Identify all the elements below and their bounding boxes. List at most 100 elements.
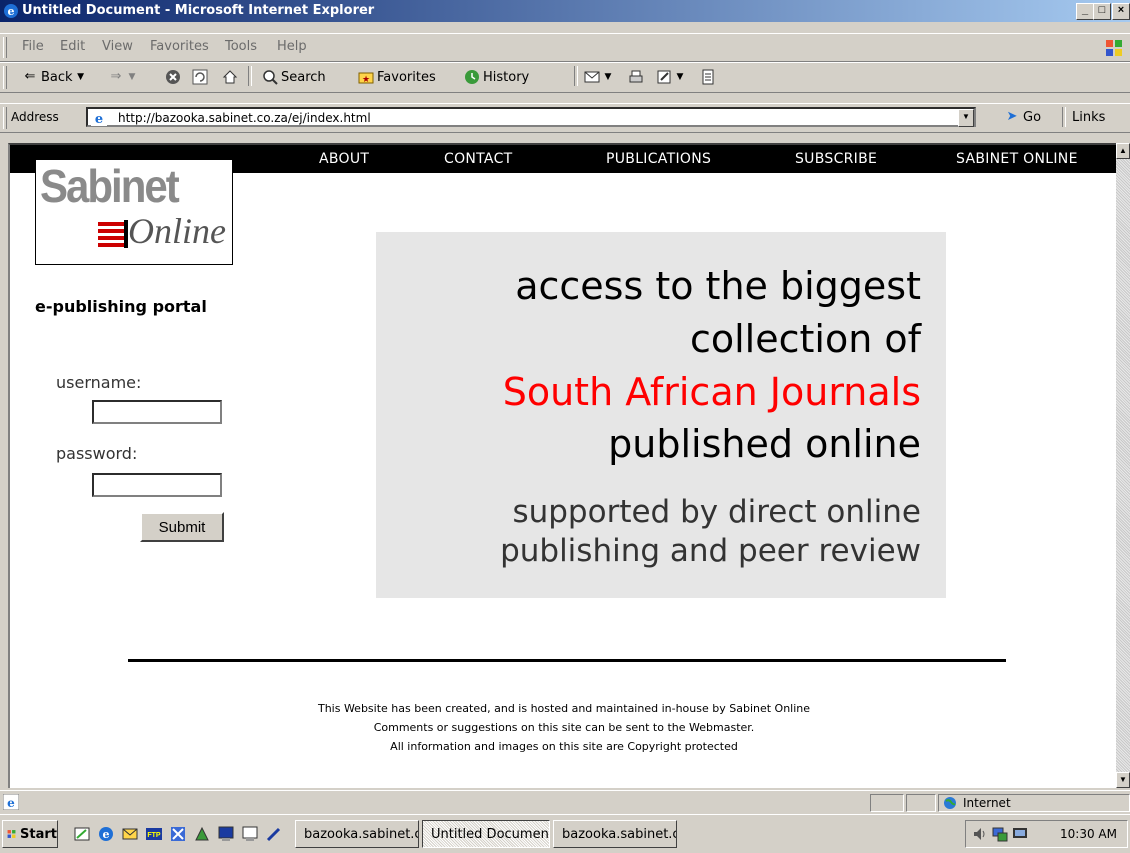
address-dropdown-icon[interactable]: ▼ — [958, 109, 974, 127]
page-content: ABOUT CONTACT PUBLICATIONS SUBSCRIBE SAB… — [8, 143, 1116, 788]
back-button[interactable]: ⇐ Back ▼ — [22, 67, 86, 87]
address-input[interactable]: e http://bazooka.sabinet.co.za/ej/index.… — [86, 107, 976, 127]
task-bazooka-2[interactable]: bazooka.sabinet.c... — [553, 820, 677, 848]
mail-icon — [584, 71, 600, 83]
forward-arrow-icon: ⇒ — [110, 69, 122, 84]
go-label: Go — [1023, 109, 1042, 125]
terminal-icon[interactable] — [218, 826, 234, 842]
status-panel — [906, 794, 936, 812]
back-label: Back — [41, 69, 73, 85]
scroll-up-icon[interactable]: ▲ — [1116, 143, 1130, 159]
links-button[interactable]: Links — [1072, 107, 1105, 127]
nav-about[interactable]: ABOUT — [319, 151, 369, 167]
terminal-icon[interactable] — [242, 826, 258, 842]
nav-contact[interactable]: CONTACT — [444, 151, 513, 167]
print-button[interactable] — [628, 67, 644, 87]
go-button[interactable]: ➤ Go — [1004, 107, 1041, 127]
ftp-icon[interactable]: FTP — [146, 826, 162, 842]
svg-text:e: e — [7, 796, 15, 810]
app-icon[interactable] — [194, 826, 210, 842]
submit-button[interactable]: Submit — [140, 512, 224, 542]
favorites-folder-icon: ★ — [358, 72, 374, 85]
discuss-icon — [702, 69, 714, 85]
ie-quicklaunch-icon[interactable]: e — [98, 826, 114, 842]
hero-line-4: published online — [608, 422, 921, 466]
back-arrow-icon: ⇐ — [24, 69, 36, 84]
menu-favorites[interactable]: Favorites — [150, 39, 209, 54]
username-input[interactable] — [92, 400, 222, 424]
svg-text:e: e — [95, 112, 103, 126]
hero-panel: access to the biggest collection of Sout… — [376, 232, 946, 598]
taskbar: Start e FTP bazooka.sabinet.c... e Untit… — [0, 814, 1130, 853]
task-bazooka-1[interactable]: bazooka.sabinet.c... — [295, 820, 419, 848]
stop-button[interactable] — [165, 67, 181, 87]
system-tray: 10:30 AM — [965, 820, 1128, 848]
address-url: http://bazooka.sabinet.co.za/ej/index.ht… — [118, 111, 371, 125]
zone-label: Internet — [963, 796, 1011, 810]
svg-text:★: ★ — [362, 75, 370, 85]
sabinet-logo[interactable]: Sabinet Online — [35, 159, 233, 265]
outlook-icon[interactable] — [122, 826, 138, 842]
search-button[interactable]: Search — [262, 67, 326, 87]
start-button[interactable]: Start — [2, 820, 58, 848]
mail-dropdown-icon[interactable]: ▼ — [603, 69, 613, 85]
toolbar-separator — [1062, 107, 1066, 127]
edit-dropdown-icon[interactable]: ▼ — [675, 69, 685, 85]
go-arrow-icon: ➤ — [1006, 109, 1018, 124]
display-icon[interactable] — [1012, 826, 1028, 842]
history-label: History — [483, 69, 530, 85]
task-label: bazooka.sabinet.c... — [304, 826, 418, 842]
history-icon — [465, 70, 479, 84]
show-desktop-icon[interactable] — [74, 826, 90, 842]
task-untitled-document[interactable]: e Untitled Document... — [422, 820, 550, 848]
refresh-button[interactable] — [192, 67, 208, 87]
edit-button[interactable]: ▼ — [656, 67, 685, 87]
zone-panel: Internet — [938, 794, 1130, 812]
toolbar-grip — [3, 66, 7, 89]
hero-line-2: collection of — [689, 317, 921, 361]
minimize-button[interactable]: _ — [1076, 3, 1094, 20]
toolbar-separator — [574, 66, 578, 86]
nav-sabinet-online[interactable]: SABINET ONLINE — [956, 151, 1078, 167]
network-icon[interactable] — [992, 826, 1008, 842]
menu-help[interactable]: Help — [277, 39, 307, 54]
address-bar: Address e http://bazooka.sabinet.co.za/e… — [0, 103, 1130, 133]
menu-edit[interactable]: Edit — [60, 39, 85, 54]
back-dropdown-icon[interactable]: ▼ — [76, 69, 86, 85]
home-button[interactable] — [222, 67, 238, 87]
svg-text:FTP: FTP — [147, 832, 161, 839]
nav-subscribe[interactable]: SUBSCRIBE — [795, 151, 877, 167]
password-input[interactable] — [92, 473, 222, 497]
pen-icon[interactable] — [266, 826, 282, 842]
volume-icon[interactable] — [972, 826, 988, 842]
forward-dropdown-icon[interactable]: ▼ — [127, 69, 137, 85]
menu-file[interactable]: File — [22, 39, 44, 54]
standard-toolbar: ⇐ Back ▼ ⇒ ▼ Search ★ Favorites History ▼… — [0, 62, 1130, 93]
clock: 10:30 AM — [1060, 827, 1117, 841]
maximize-button[interactable]: □ — [1093, 3, 1111, 20]
globe-icon — [944, 797, 956, 809]
vertical-scrollbar[interactable]: ▲ ▼ — [1116, 143, 1130, 788]
close-button[interactable]: × — [1112, 3, 1130, 20]
favorites-button[interactable]: ★ Favorites — [358, 67, 436, 87]
password-label: password: — [56, 444, 138, 463]
menu-view[interactable]: View — [102, 39, 133, 54]
nav-publications[interactable]: PUBLICATIONS — [606, 151, 711, 167]
windows-logo-icon — [1106, 40, 1122, 56]
forward-button[interactable]: ⇒ ▼ — [108, 67, 137, 87]
mail-button[interactable]: ▼ — [584, 67, 613, 87]
scroll-down-icon[interactable]: ▼ — [1116, 772, 1130, 788]
menu-tools[interactable]: Tools — [225, 39, 257, 54]
home-icon — [222, 70, 238, 84]
links-label: Links — [1072, 109, 1106, 125]
portal-heading: e-publishing portal — [35, 297, 207, 316]
toolbar-separator — [248, 66, 252, 86]
discuss-button[interactable] — [700, 67, 716, 87]
footer-line-3: All information and images on this site … — [390, 740, 738, 753]
app-icon[interactable] — [170, 826, 186, 842]
address-label: Address — [11, 110, 59, 124]
history-button[interactable]: History — [464, 67, 529, 87]
search-icon — [263, 70, 278, 85]
footer-divider — [128, 659, 1006, 662]
favorites-label: Favorites — [377, 69, 436, 85]
